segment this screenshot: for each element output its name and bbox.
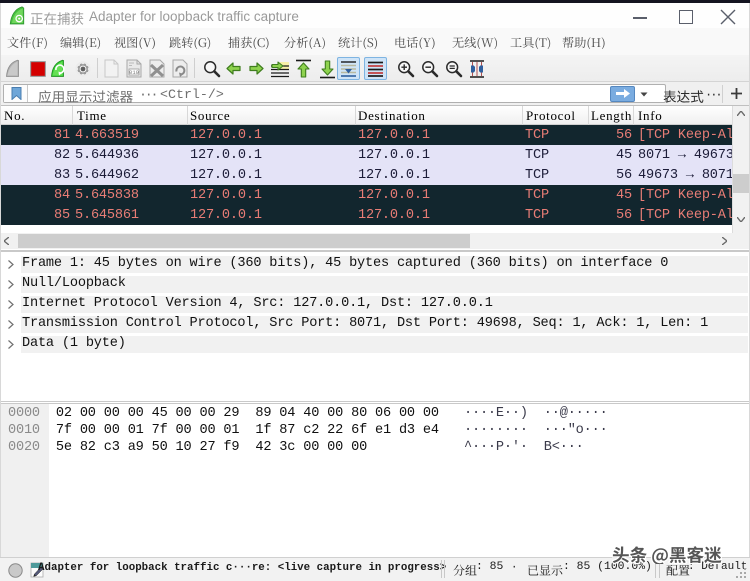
- svg-text:010: 010: [129, 69, 139, 76]
